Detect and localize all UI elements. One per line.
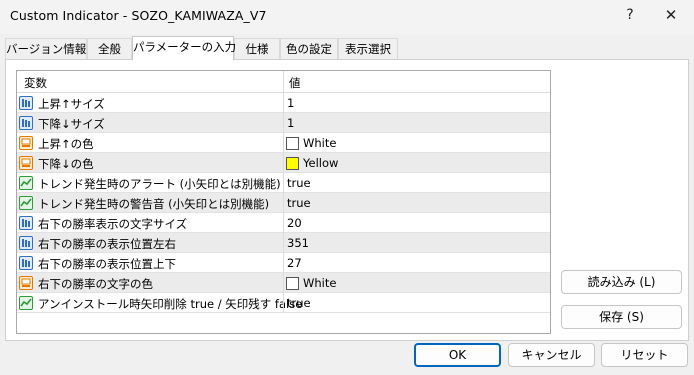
color-icon	[19, 276, 33, 290]
title-bar: Custom Indicator - SOZO_KAMIWAZA_V7 ? ✕	[0, 0, 694, 34]
cell-divider	[283, 153, 284, 173]
parameter-value[interactable]: Yellow	[303, 156, 338, 170]
parameter-name: トレンド発生時の警告音 (小矢印とは別機能)	[38, 197, 270, 211]
int-icon	[19, 236, 33, 250]
parameter-value[interactable]: 1	[287, 116, 294, 130]
bool-icon	[19, 176, 33, 190]
cell-divider	[283, 193, 284, 213]
tab-spec[interactable]: 仕様	[234, 38, 280, 59]
parameter-value[interactable]: 351	[287, 236, 309, 250]
reset-button[interactable]: リセット	[601, 343, 688, 367]
parameter-name: トレンド発生時のアラート (小矢印とは別機能)	[38, 177, 281, 191]
parameter-name: 下降↓の色	[38, 157, 94, 171]
parameter-row[interactable]: 上昇↑の色 White	[17, 133, 550, 153]
parameter-value[interactable]: 27	[287, 256, 302, 270]
bool-icon	[19, 296, 33, 310]
tab-parameters[interactable]: パラメーターの入力	[132, 36, 236, 60]
cell-divider	[283, 233, 284, 253]
parameter-row[interactable]: トレンド発生時の警告音 (小矢印とは別機能) true	[17, 193, 550, 213]
parameter-value[interactable]: White	[303, 136, 336, 150]
color-swatch[interactable]	[286, 157, 299, 170]
cell-divider	[283, 173, 284, 193]
int-icon	[19, 96, 33, 110]
help-button[interactable]: ?	[618, 6, 642, 24]
column-header-variable[interactable]: 変数	[24, 75, 47, 91]
cell-divider	[283, 113, 284, 133]
parameter-name: 右下の勝率の文字の色	[38, 277, 153, 291]
tab-version-info[interactable]: バージョン情報	[5, 38, 87, 59]
parameter-name: 下降↓サイズ	[38, 117, 105, 131]
load-button[interactable]: 読み込み (L)	[561, 270, 682, 294]
parameter-row[interactable]: 右下の勝率の文字の色 White	[17, 273, 550, 293]
int-icon	[19, 116, 33, 130]
column-divider[interactable]	[283, 71, 284, 93]
parameter-value[interactable]: true	[287, 176, 311, 190]
tab-general[interactable]: 全般	[87, 38, 132, 59]
int-icon	[19, 216, 33, 230]
tab-display-select[interactable]: 表示選択	[338, 38, 398, 59]
parameter-row[interactable]: 右下の勝率の表示位置左右 351	[17, 233, 550, 253]
window-title: Custom Indicator - SOZO_KAMIWAZA_V7	[10, 8, 267, 23]
grid-header: 変数 値	[17, 71, 550, 93]
parameter-name: アンインストール時矢印削除 true / 矢印残す false	[38, 297, 303, 311]
close-button[interactable]: ✕	[659, 6, 683, 24]
tab-color-settings[interactable]: 色の設定	[280, 38, 338, 59]
parameter-value[interactable]: 20	[287, 216, 302, 230]
color-icon	[19, 156, 33, 170]
parameter-row[interactable]: 下降↓サイズ 1	[17, 113, 550, 133]
parameter-row[interactable]: 右下の勝率表示の文字サイズ 20	[17, 213, 550, 233]
parameter-name: 右下の勝率の表示位置上下	[38, 257, 176, 271]
parameter-value[interactable]: true	[287, 296, 311, 310]
parameter-row[interactable]: 上昇↑サイズ 1	[17, 93, 550, 113]
color-icon	[19, 136, 33, 150]
color-swatch[interactable]	[286, 137, 299, 150]
color-swatch[interactable]	[286, 277, 299, 290]
parameter-name: 右下の勝率表示の文字サイズ	[38, 217, 188, 231]
parameter-name: 上昇↑サイズ	[38, 97, 105, 111]
parameter-name: 右下の勝率の表示位置左右	[38, 237, 176, 251]
parameter-value[interactable]: White	[303, 276, 336, 290]
cell-divider	[283, 253, 284, 273]
bool-icon	[19, 196, 33, 210]
column-header-value[interactable]: 値	[289, 75, 301, 91]
save-button[interactable]: 保存 (S)	[561, 305, 682, 329]
cell-divider	[283, 213, 284, 233]
parameter-grid: 変数 値 上昇↑サイズ 1 下降↓サイズ 1 上昇↑の色 White 下降↓の色 Yellow…	[16, 70, 551, 334]
ok-button[interactable]: OK	[414, 343, 501, 367]
parameter-value[interactable]: 1	[287, 96, 294, 110]
int-icon	[19, 256, 33, 270]
parameter-row[interactable]: 右下の勝率の表示位置上下 27	[17, 253, 550, 273]
cell-divider	[283, 273, 284, 293]
parameter-value[interactable]: true	[287, 196, 311, 210]
parameter-row[interactable]: トレンド発生時のアラート (小矢印とは別機能) true	[17, 173, 550, 193]
cell-divider	[283, 93, 284, 113]
cell-divider	[283, 133, 284, 153]
cell-divider	[283, 293, 284, 313]
parameter-name: 上昇↑の色	[38, 137, 94, 151]
parameter-row[interactable]: 下降↓の色 Yellow	[17, 153, 550, 173]
parameter-row[interactable]: アンインストール時矢印削除 true / 矢印残す false true	[17, 293, 550, 313]
cancel-button[interactable]: キャンセル	[508, 343, 595, 367]
